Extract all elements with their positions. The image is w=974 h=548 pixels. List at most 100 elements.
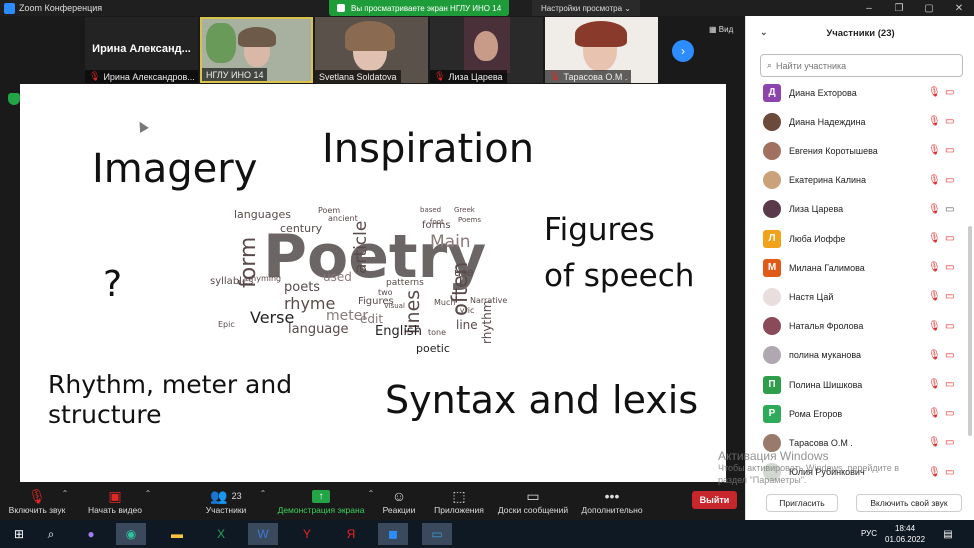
file-explorer-icon[interactable]: ▬ [162, 523, 192, 545]
muted-mic-icon[interactable]: 🎙 [928, 437, 941, 448]
muted-mic-icon[interactable]: 🎙 [928, 87, 941, 98]
more-button[interactable]: ••• Дополнительно [578, 482, 646, 520]
participant-row[interactable]: Лиза Царева 🎙 ▭ [746, 195, 974, 224]
participant-row[interactable]: Наталья Фролова 🎙 ▭ [746, 312, 974, 341]
audio-options-chevron-icon[interactable]: ⌃ [62, 489, 69, 498]
muted-mic-icon[interactable]: 🎙 [928, 204, 941, 215]
keyboard-language[interactable]: РУС [861, 529, 877, 538]
avatar: Д [763, 83, 781, 102]
video-off-icon[interactable]: ▭ [945, 87, 954, 98]
video-tile[interactable]: 🎙 Лиза Царева [430, 17, 543, 83]
muted-mic-icon[interactable]: 🎙 [928, 233, 941, 244]
avatar [763, 200, 781, 219]
avatar: П [763, 375, 781, 394]
video-off-icon[interactable]: ▭ [945, 116, 954, 127]
system-clock[interactable]: 18:44 01.06.2022 [885, 523, 925, 545]
view-button[interactable]: ▦ Вид [709, 25, 733, 34]
cloud-word: poetic [416, 342, 450, 355]
participant-row[interactable]: Диана Надеждина 🎙 ▭ [746, 107, 974, 136]
cloud-word: based [420, 206, 442, 214]
excel-icon[interactable]: X [206, 523, 236, 545]
encryption-shield-icon[interactable] [8, 93, 20, 105]
cloud-word: foot [430, 218, 444, 226]
muted-mic-icon[interactable]: 🎙 [928, 116, 941, 127]
participant-row[interactable]: Евгения Коротышева 🎙 ▭ [746, 136, 974, 165]
participants-icon: 👥 23 [210, 487, 242, 504]
share-banner[interactable]: Вы просматриваете экран НГЛУ ИНО 14 [329, 0, 510, 16]
window-title: Zoom Конференция [19, 3, 103, 13]
participant-row[interactable]: Л Люба Иоффе 🎙 ▭ [746, 224, 974, 253]
participant-row[interactable]: Д Диана Ехторова 🎙 ▭ [746, 78, 974, 107]
collapse-chevron-icon[interactable]: ⌄ [760, 27, 768, 38]
muted-mic-icon[interactable]: 🎙 [928, 262, 941, 273]
start-video-button[interactable]: ▣ Начать видео [82, 482, 148, 520]
video-off-icon[interactable]: ▭ [945, 408, 954, 419]
muted-mic-icon[interactable]: 🎙 [928, 321, 941, 332]
participant-row[interactable]: полина муканова 🎙 ▭ [746, 341, 974, 370]
next-page-arrow-icon[interactable]: › [672, 40, 694, 62]
video-tile[interactable]: 🎙 Тарасова О.М . [545, 17, 658, 83]
leave-button[interactable]: Выйти [692, 491, 737, 509]
participant-name: Рома Егоров [789, 408, 843, 419]
video-off-icon[interactable]: ▭ [945, 379, 954, 390]
cloud-word: patterns [386, 278, 424, 288]
tile-name-label: НГЛУ ИНО 14 [202, 68, 268, 81]
slide-word-inspiration: Inspiration [322, 126, 535, 172]
reactions-button[interactable]: ☺ Реакции [376, 482, 422, 520]
restore-icon[interactable]: ❐ [884, 0, 914, 16]
video-tile[interactable]: Svetlana Soldatova [315, 17, 428, 83]
video-tile[interactable]: Ирина Александ... 🎙 Ирина Александров... [85, 17, 198, 83]
unmute-self-button[interactable]: Включить свой звук [856, 494, 962, 512]
participants-chevron-icon[interactable]: ⌃ [260, 489, 267, 498]
video-options-chevron-icon[interactable]: ⌃ [145, 489, 152, 498]
muted-mic-icon[interactable]: 🎙 [928, 145, 941, 156]
word-icon[interactable]: W [248, 523, 278, 545]
video-off-icon[interactable]: ▭ [945, 321, 954, 332]
video-tile[interactable]: НГЛУ ИНО 14 [200, 17, 313, 83]
notification-icon[interactable]: ▤ [936, 523, 960, 545]
more-dots-icon: ••• [604, 488, 620, 504]
edge-browser-icon[interactable]: ◉ [116, 523, 146, 545]
share-screen-button[interactable]: ↑ Демонстрация экрана [276, 482, 366, 520]
participant-row[interactable]: Р Рома Егоров 🎙 ▭ [746, 399, 974, 428]
video-off-icon[interactable]: ▭ [945, 350, 954, 361]
participant-search[interactable]: ⌕ [760, 54, 963, 77]
alice-assistant-icon[interactable]: ● [76, 523, 106, 545]
search-icon[interactable]: ⌕ [36, 523, 66, 545]
yandex-browser-icon[interactable]: Y [292, 523, 322, 545]
muted-mic-icon[interactable]: 🎙 [928, 291, 941, 302]
participant-name: Настя Цай [789, 291, 834, 302]
share-options-chevron-icon[interactable]: ⌃ [368, 489, 375, 498]
video-off-icon[interactable]: ▭ [945, 437, 954, 448]
apps-button[interactable]: ⬚ Приложения [428, 482, 490, 520]
participant-row[interactable]: Настя Цай 🎙 ▭ [746, 282, 974, 311]
muted-mic-icon[interactable]: 🎙 [928, 408, 941, 419]
muted-mic-icon[interactable]: 🎙 [928, 175, 941, 186]
participant-row[interactable]: Екатерина Калина 🎙 ▭ [746, 166, 974, 195]
windows-start-icon[interactable]: ⊞ [4, 523, 34, 545]
video-off-icon[interactable]: ▭ [945, 262, 954, 273]
video-off-icon[interactable]: ▭ [945, 233, 954, 244]
video-on-icon[interactable]: ▭ [945, 204, 954, 215]
video-off-icon[interactable]: ▭ [945, 145, 954, 156]
muted-mic-icon[interactable]: 🎙 [928, 350, 941, 361]
panel-scrollbar[interactable] [968, 226, 972, 436]
whiteboards-button[interactable]: ▭ Доски сообщений [494, 482, 572, 520]
invite-button[interactable]: Пригласить [766, 494, 838, 512]
video-off-icon[interactable]: ▭ [945, 291, 954, 302]
muted-mic-icon: 🎙 [434, 71, 446, 81]
search-input[interactable] [776, 60, 947, 71]
maximize-icon[interactable]: ▢ [914, 0, 944, 16]
participant-name: Диана Ехторова [789, 87, 857, 98]
video-off-icon[interactable]: ▭ [945, 175, 954, 186]
zoom-taskbar-icon[interactable]: ◼ [378, 523, 408, 545]
close-icon[interactable]: ✕ [944, 0, 974, 16]
participant-row[interactable]: М Милана Галимова 🎙 ▭ [746, 253, 974, 282]
yandex-icon[interactable]: Я [336, 523, 366, 545]
minimize-icon[interactable]: – [854, 0, 884, 16]
participant-row[interactable]: П Полина Шишкова 🎙 ▭ [746, 370, 974, 399]
participants-button[interactable]: 👥 23 Участники [196, 482, 256, 520]
zoom-window-icon[interactable]: ▭ [422, 523, 452, 545]
view-options-button[interactable]: Настройки просмотра ⌄ [532, 0, 640, 16]
muted-mic-icon[interactable]: 🎙 [928, 379, 941, 390]
